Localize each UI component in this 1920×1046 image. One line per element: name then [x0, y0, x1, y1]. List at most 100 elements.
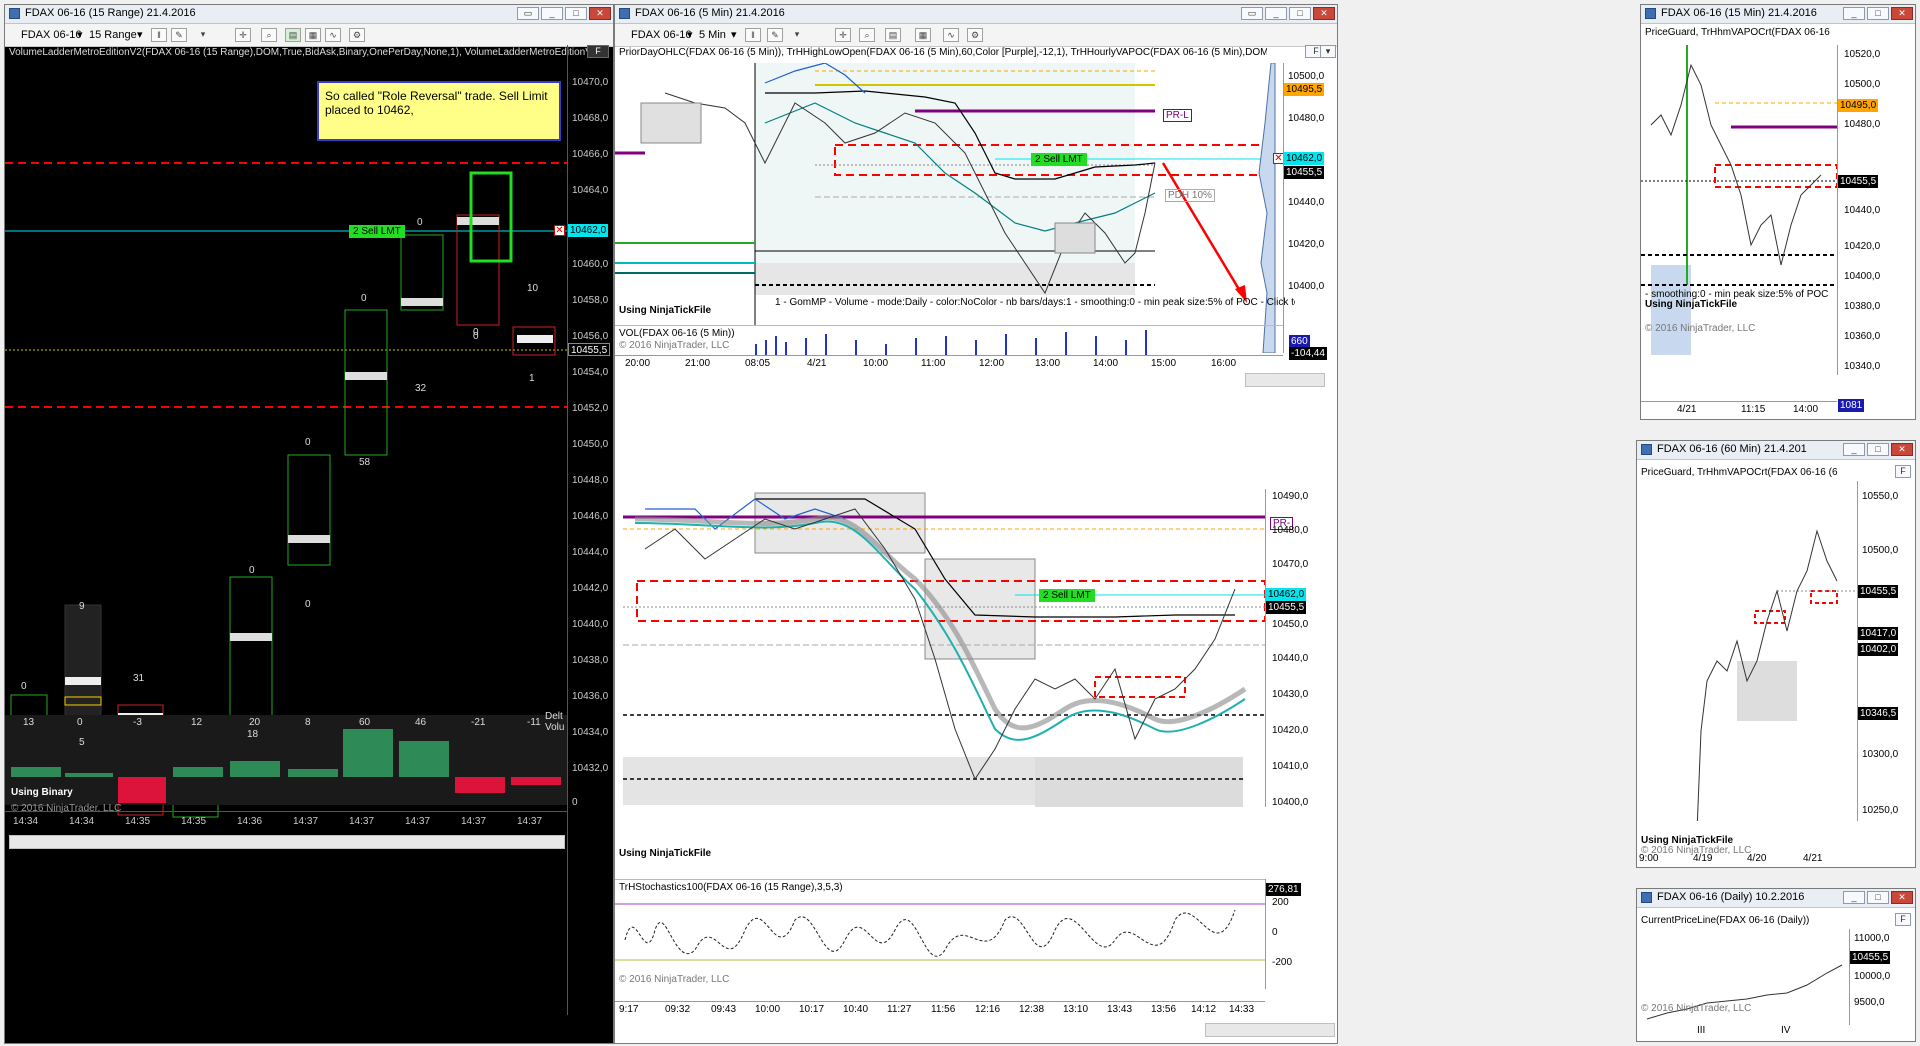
window-60-min[interactable]: FDAX 06-16 (60 Min) 21.4.201 _ □ ✕ Price…	[1636, 440, 1916, 868]
price-tick: 9500,0	[1854, 997, 1885, 1008]
maximize-button[interactable]: □	[1867, 7, 1889, 20]
close-button[interactable]: ✕	[1891, 7, 1913, 20]
time-tick: 12:38	[1019, 1004, 1045, 1015]
window-5-min[interactable]: FDAX 06-16 (5 Min) 21.4.2016 ▭ _ □ ✕ FDA…	[614, 4, 1338, 1044]
strategies-icon[interactable]: ⚙	[967, 28, 983, 42]
minimize-button[interactable]: _	[541, 7, 563, 20]
chevron-down-icon[interactable]: ▾	[77, 27, 83, 43]
zoom-icon[interactable]: ⌕	[261, 28, 277, 42]
minimize-button[interactable]: _	[1843, 891, 1865, 904]
chevron-down-icon[interactable]: ▾	[731, 27, 737, 43]
horizontal-scrollbar[interactable]	[1205, 1023, 1335, 1037]
price-chart-60min[interactable]	[1637, 481, 1857, 821]
minimize-button[interactable]: _	[1843, 7, 1865, 20]
sell-limit-order-label[interactable]: 2 Sell LMT	[1039, 589, 1095, 602]
indicators-icon[interactable]: ∿	[943, 28, 959, 42]
price-tick: 10420,0	[1844, 241, 1881, 252]
period-selector[interactable]: 15 Range	[89, 27, 137, 43]
close-button[interactable]: ✕	[589, 7, 611, 20]
data-box-icon[interactable]: ▦	[915, 28, 931, 42]
maximize-button[interactable]: □	[1289, 7, 1311, 20]
chart-menu-icon[interactable]: F	[1895, 465, 1911, 478]
strategies-icon[interactable]: ⚙	[349, 28, 365, 42]
window-titlebar[interactable]: FDAX 06-16 (5 Min) 21.4.2016 ▭ _ □ ✕	[615, 5, 1337, 24]
price-tick: 10450,0	[1272, 619, 1309, 630]
delta-value: -21	[471, 717, 486, 728]
minimize-button[interactable]: _	[1843, 443, 1865, 456]
gomp-label[interactable]: 1 - GomMP - Volume - mode:Daily - color:…	[775, 297, 1295, 308]
horizontal-scrollbar[interactable]	[1245, 373, 1325, 387]
bar-count: 0	[305, 437, 311, 448]
time-axis: 9:00 4/19 4/20 4/21	[1637, 851, 1857, 867]
maximize-button[interactable]: □	[1867, 443, 1889, 456]
delta-value: 0	[77, 717, 83, 728]
chevron-down-icon[interactable]: ▾	[789, 28, 805, 42]
bar-count: 0	[305, 599, 311, 610]
window-titlebar[interactable]: FDAX 06-16 (Daily) 10.2.2016 _ □ ✕	[1637, 889, 1915, 908]
chevron-down-icon[interactable]: ▾	[1320, 45, 1336, 58]
trade-note[interactable]: So called "Role Reversal" trade. Sell Li…	[317, 81, 561, 141]
draw-tool-icon[interactable]: ✎	[171, 28, 187, 42]
data-box-icon[interactable]: ▦	[305, 28, 321, 42]
time-tick: 08:05	[745, 358, 771, 369]
price-chart-daily[interactable]	[1637, 929, 1849, 1029]
time-tick: 10:00	[755, 1004, 781, 1015]
chevron-down-icon[interactable]: ▾	[195, 28, 211, 42]
window-15-range[interactable]: FDAX 06-16 (15 Range) 21.4.2016 ▭ _ □ ✕ …	[4, 4, 614, 1044]
zoom-icon[interactable]: ⌕	[859, 28, 875, 42]
price-level-label: 10402,0	[1858, 643, 1899, 656]
window-15-min[interactable]: FDAX 06-16 (15 Min) 21.4.2016 _ □ ✕ Pric…	[1640, 4, 1916, 420]
period-selector[interactable]: 5 Min	[699, 27, 726, 43]
time-tick: 9:17	[619, 1004, 639, 1015]
delta-value: 20	[249, 717, 261, 728]
instrument-selector[interactable]: FDAX 06-16	[21, 27, 82, 43]
price-tick: 10480,0	[1288, 113, 1325, 124]
price-chart-5min[interactable]	[615, 63, 1283, 353]
window-titlebar[interactable]: FDAX 06-16 (60 Min) 21.4.201 _ □ ✕	[1637, 441, 1915, 460]
restore-icon[interactable]: ▭	[1241, 7, 1263, 20]
last-price-label: 10455,5	[568, 343, 611, 356]
crosshair-icon[interactable]: ✛	[235, 28, 251, 42]
sell-limit-order-label[interactable]: 2 Sell LMT	[349, 225, 405, 238]
crosshair-icon[interactable]: ✛	[835, 28, 851, 42]
chart-menu-icon[interactable]: F	[1895, 913, 1911, 926]
price-tick: 10440,0	[1288, 197, 1325, 208]
close-button[interactable]: ✕	[1891, 891, 1913, 904]
price-tick: 10410,0	[1272, 761, 1309, 772]
draw-tool-icon[interactable]: ✎	[767, 28, 783, 42]
window-titlebar[interactable]: FDAX 06-16 (15 Range) 21.4.2016 ▭ _ □ ✕	[5, 5, 613, 24]
time-tick: 4/21	[807, 358, 827, 369]
sell-limit-order-label[interactable]: 2 Sell LMT	[1031, 153, 1087, 166]
price-tick: 10442,0	[572, 583, 609, 594]
properties-icon[interactable]: ▤	[885, 28, 901, 42]
price-tick: 10468,0	[572, 113, 609, 124]
minimize-button[interactable]: _	[1265, 7, 1287, 20]
indicators-icon[interactable]: ∿	[325, 28, 341, 42]
chevron-down-icon[interactable]: ▾	[687, 27, 693, 43]
close-button[interactable]: ✕	[1313, 7, 1335, 20]
instrument-selector[interactable]: FDAX 06-16	[631, 27, 692, 43]
volume-label: VOL(FDAX 06-16 (5 Min))	[619, 328, 735, 339]
volume-ladder-chart[interactable]	[5, 45, 567, 1015]
maximize-button[interactable]: □	[1867, 891, 1889, 904]
chevron-down-icon[interactable]: ▾	[137, 27, 143, 43]
properties-icon[interactable]: ▤	[285, 28, 301, 42]
window-daily[interactable]: FDAX 06-16 (Daily) 10.2.2016 _ □ ✕ Curre…	[1636, 888, 1916, 1042]
bar-type-icon[interactable]: ‖	[151, 28, 167, 42]
price-chart-15range-candles[interactable]	[615, 489, 1265, 807]
price-tick: 10480,0	[1272, 525, 1309, 536]
order-price-label: 10462,0	[1284, 152, 1325, 165]
maximize-button[interactable]: □	[565, 7, 587, 20]
restore-icon[interactable]: ▭	[517, 7, 539, 20]
window-titlebar[interactable]: FDAX 06-16 (15 Min) 21.4.2016 _ □ ✕	[1641, 5, 1915, 24]
bar-type-icon[interactable]: ‖	[745, 28, 761, 42]
delta-volume-label: Delt Volu	[545, 711, 565, 733]
horizontal-scrollbar[interactable]	[9, 835, 565, 849]
bar-count: 0	[417, 217, 423, 228]
cancel-order-icon[interactable]: ✕	[554, 225, 565, 236]
time-tick: 4/20	[1747, 853, 1767, 864]
close-button[interactable]: ✕	[1891, 443, 1913, 456]
time-axis: 20:00 21:00 08:05 4/21 10:00 11:00 12:00…	[615, 355, 1283, 372]
time-tick: 11:15	[1741, 404, 1766, 415]
time-tick: 14:36	[237, 816, 263, 827]
